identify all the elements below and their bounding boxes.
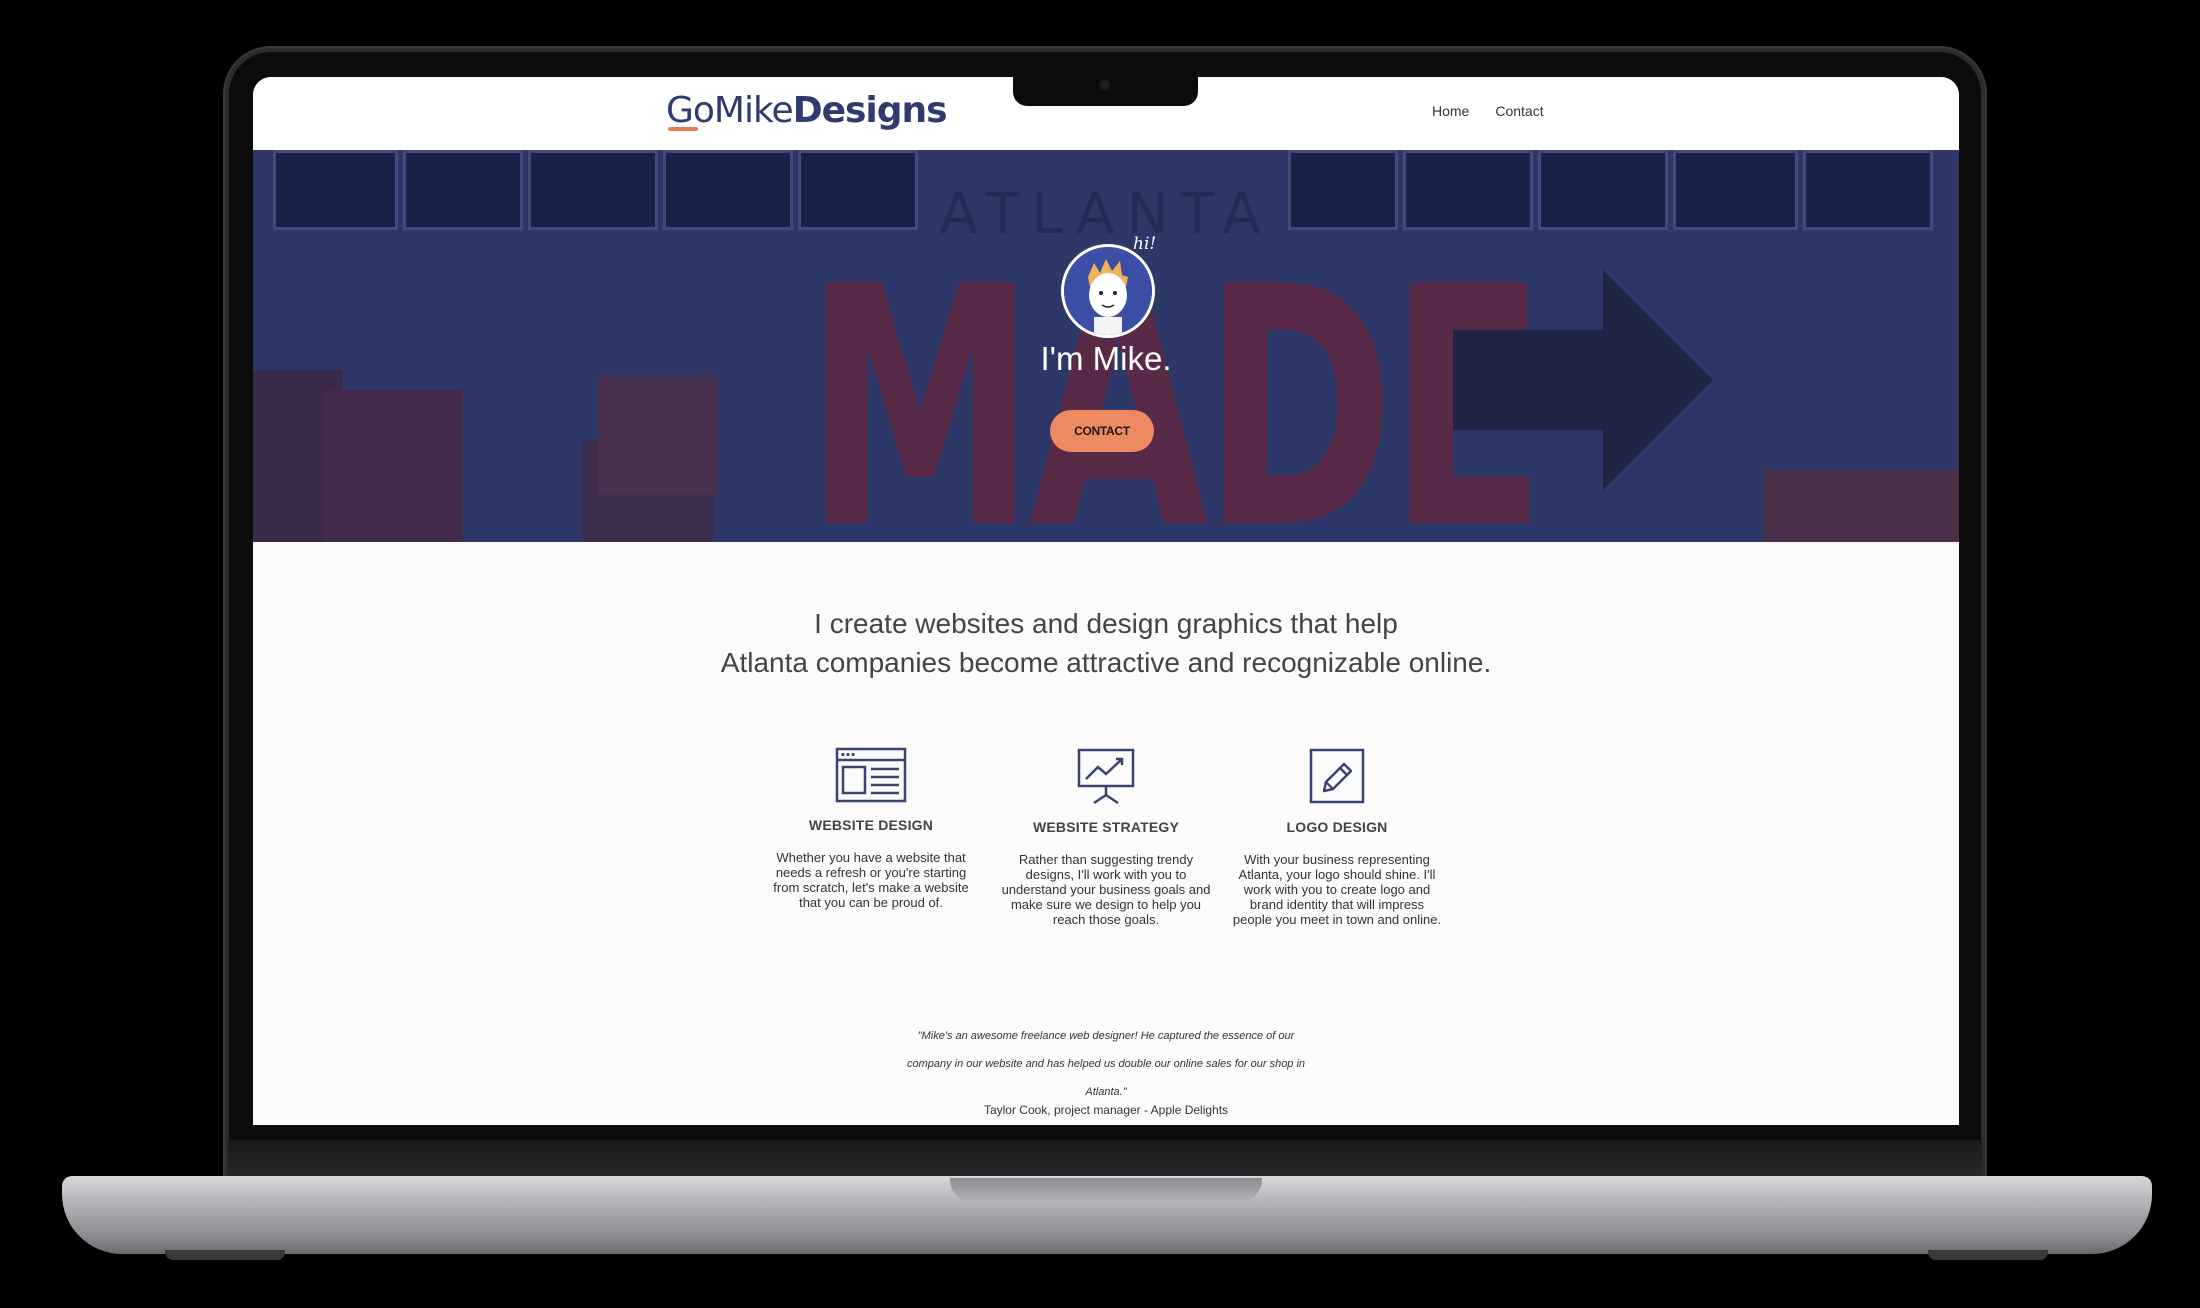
testimonial-quote: "Mike's an awesome freelance web designe… xyxy=(253,1022,1959,1106)
testimonial-line: Atlanta." xyxy=(1085,1086,1127,1098)
tagline: I create websites and design graphics th… xyxy=(253,604,1959,682)
tagline-line: Atlanta companies become attractive and … xyxy=(720,647,1492,678)
service-title: WEBSITE STRATEGY xyxy=(1032,819,1180,835)
laptop-foot xyxy=(1928,1250,2048,1260)
hi-badge: hi! xyxy=(1133,234,1157,254)
pencil-icon xyxy=(1309,748,1365,804)
service-logo-design: LOGO DESIGN With your business represent… xyxy=(1232,747,1442,927)
testimonial-author: Taylor Cook, project manager - Apple Del… xyxy=(983,1103,1229,1117)
hero-title: I'm Mike. xyxy=(1040,340,1172,377)
hero-banner: ATLANTA MADE hi! I'm Mike. CONTACT xyxy=(253,150,1959,542)
tagline-line: I create websites and design graphics th… xyxy=(814,608,1398,639)
cartoon-face-icon xyxy=(1064,247,1152,335)
service-description: Rather than suggesting trendy designs, I… xyxy=(1001,852,1211,927)
camera-icon xyxy=(1101,81,1109,89)
service-title: WEBSITE DESIGN xyxy=(808,817,934,833)
service-website-design: WEBSITE DESIGN Whether you have a websit… xyxy=(766,747,976,910)
decor-box xyxy=(598,375,718,495)
avatar xyxy=(1061,244,1155,338)
site-logo[interactable]: GoMikeDesigns xyxy=(666,89,948,131)
service-description: Whether you have a website that needs a … xyxy=(773,850,969,910)
service-description: With your business representing Atlanta,… xyxy=(1232,852,1442,927)
service-title: LOGO DESIGN xyxy=(1286,819,1388,835)
nav-home-link[interactable]: Home xyxy=(1432,103,1469,119)
decor-box xyxy=(1763,470,1959,542)
wall-arrow-icon xyxy=(1453,270,1713,490)
logo-text-designs: Designs xyxy=(792,90,948,131)
service-website-strategy: WEBSITE STRATEGY Rather than suggesting … xyxy=(1001,747,1211,927)
website-layout-icon xyxy=(835,747,907,803)
contact-button[interactable]: CONTACT xyxy=(1050,410,1154,452)
laptop-opening-notch xyxy=(950,1178,1262,1202)
wall-text-made: MADE xyxy=(805,217,1547,542)
logo-underline xyxy=(668,127,698,131)
camera-notch xyxy=(1013,74,1198,106)
screen: GoMikeDesigns Home Contact ATLANTA MADE xyxy=(253,77,1959,1125)
testimonial-line: company in our website and has helped us… xyxy=(906,1058,1306,1070)
nav-contact-link[interactable]: Contact xyxy=(1495,103,1543,119)
laptop-foot xyxy=(165,1250,285,1260)
testimonial-line: "Mike's an awesome freelance web designe… xyxy=(917,1030,1295,1042)
decor-box xyxy=(323,390,463,542)
presentation-chart-icon xyxy=(1077,748,1135,805)
main-nav: Home Contact xyxy=(1432,103,1544,119)
logo-text-gomike: GoMike xyxy=(666,90,794,131)
